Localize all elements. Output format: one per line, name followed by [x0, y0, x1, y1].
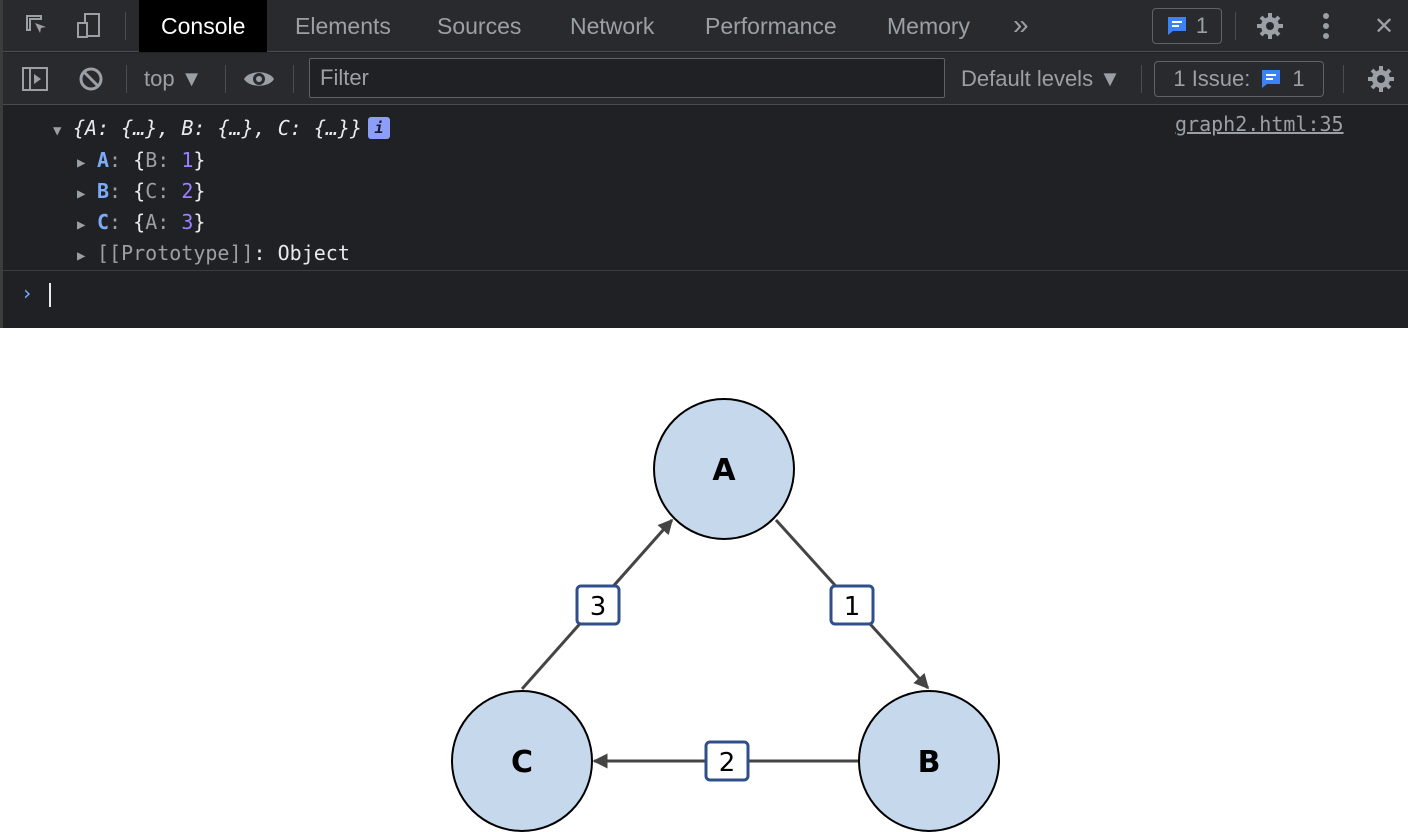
edge-weight-label: 3 — [575, 584, 621, 626]
tab-console[interactable]: Console — [139, 0, 268, 52]
source-link[interactable]: graph2.html:35 — [1175, 112, 1344, 136]
inspect-element-icon[interactable] — [21, 10, 53, 42]
expand-triangle-icon: ▶ — [77, 186, 86, 202]
prototype-row[interactable]: ▶ [[Prototype]]: Object — [77, 239, 350, 267]
live-expression-eye-icon[interactable] — [243, 63, 275, 95]
graph-node-a: A — [653, 398, 795, 540]
close-icon[interactable]: ✕ — [1368, 10, 1400, 42]
filter-input[interactable] — [309, 58, 945, 98]
log-levels-dropdown[interactable]: Default levels ▼ — [961, 53, 1121, 105]
issues-count: 1 — [1292, 66, 1305, 91]
toolbar-divider — [1141, 65, 1142, 93]
settings-gear-icon[interactable] — [1254, 10, 1286, 42]
prototype-label: [[Prototype]] — [97, 241, 254, 265]
console-settings-gear-icon[interactable] — [1365, 63, 1397, 95]
graph-node-b: B — [858, 690, 1000, 832]
devtools-tabbar: Console Elements Sources Network Perform… — [3, 0, 1408, 52]
clear-console-icon[interactable] — [75, 63, 107, 95]
tab-network[interactable]: Network — [570, 0, 654, 52]
console-toolbar: top ▼ Default levels ▼ 1 Issue: 1 — [3, 53, 1408, 105]
issues-label: 1 Issue: — [1173, 66, 1251, 91]
inner-key: B — [145, 148, 158, 172]
svg-text:2: 2 — [719, 748, 736, 778]
expand-triangle-icon: ▶ — [77, 217, 86, 233]
context-selector[interactable]: top ▼ — [144, 53, 202, 105]
sidebar-toggle-icon[interactable] — [19, 63, 51, 95]
object-property-row[interactable]: ▶ B: {C: 2} — [77, 177, 205, 205]
inner-value: 3 — [181, 210, 194, 234]
devtools-panel: Console Elements Sources Network Perform… — [0, 0, 1408, 328]
inner-value: 2 — [181, 179, 194, 203]
graph-diagram: 1 2 3 A B C — [451, 398, 1000, 832]
console-output: ▼ {A: {…}, B: {…}, C: {…}} i graph2.html:3… — [3, 106, 1408, 328]
more-options-icon[interactable] — [1310, 10, 1342, 42]
toolbar-divider — [1235, 12, 1236, 40]
property-key: C — [97, 210, 110, 234]
expand-triangle-icon: ▶ — [77, 248, 86, 264]
svg-text:1: 1 — [844, 592, 861, 622]
message-icon — [1167, 17, 1186, 35]
expand-triangle-icon: ▶ — [77, 155, 86, 171]
tab-performance[interactable]: Performance — [705, 0, 837, 52]
inner-key: A — [145, 210, 158, 234]
log-object-summary[interactable]: ▼ {A: {…}, B: {…}, C: {…}} i — [53, 114, 390, 142]
tab-sources[interactable]: Sources — [437, 0, 521, 52]
prompt-chevron-icon: › — [21, 281, 34, 305]
toolbar-divider — [225, 65, 226, 93]
tab-memory[interactable]: Memory — [887, 0, 970, 52]
graph-node-c: C — [451, 690, 593, 832]
toolbar-divider — [125, 12, 126, 40]
object-preview: {A: {…}, B: {…}, C: {…}} — [73, 116, 362, 140]
collapse-triangle-icon: ▼ — [53, 123, 62, 139]
inner-value: 1 — [181, 148, 194, 172]
toolbar-divider — [1343, 65, 1344, 93]
console-prompt[interactable]: › — [3, 270, 1408, 328]
object-property-row[interactable]: ▶ C: {A: 3} — [77, 208, 205, 236]
property-key: A — [97, 148, 110, 172]
edge-weight-label: 2 — [704, 740, 750, 782]
message-icon — [1262, 70, 1281, 88]
text-caret — [49, 283, 51, 307]
tab-elements[interactable]: Elements — [295, 0, 391, 52]
svg-text:A: A — [712, 453, 736, 488]
issues-button[interactable]: 1 Issue: 1 — [1154, 61, 1324, 97]
object-property-row[interactable]: ▶ A: {B: 1} — [77, 146, 205, 174]
messages-count: 1 — [1195, 13, 1209, 38]
device-toolbar-icon[interactable] — [73, 10, 105, 42]
prototype-value: Object — [277, 241, 350, 265]
inner-key: C — [145, 179, 158, 203]
toolbar-divider — [126, 65, 127, 93]
edge-weight-label: 1 — [829, 584, 875, 626]
property-key: B — [97, 179, 110, 203]
toolbar-divider — [293, 65, 294, 93]
svg-text:B: B — [918, 745, 941, 780]
messages-button[interactable]: 1 — [1152, 8, 1222, 44]
more-tabs-button[interactable]: » — [1013, 0, 1029, 52]
svg-text:C: C — [511, 745, 533, 780]
info-icon[interactable]: i — [367, 117, 390, 139]
svg-text:3: 3 — [590, 592, 607, 622]
